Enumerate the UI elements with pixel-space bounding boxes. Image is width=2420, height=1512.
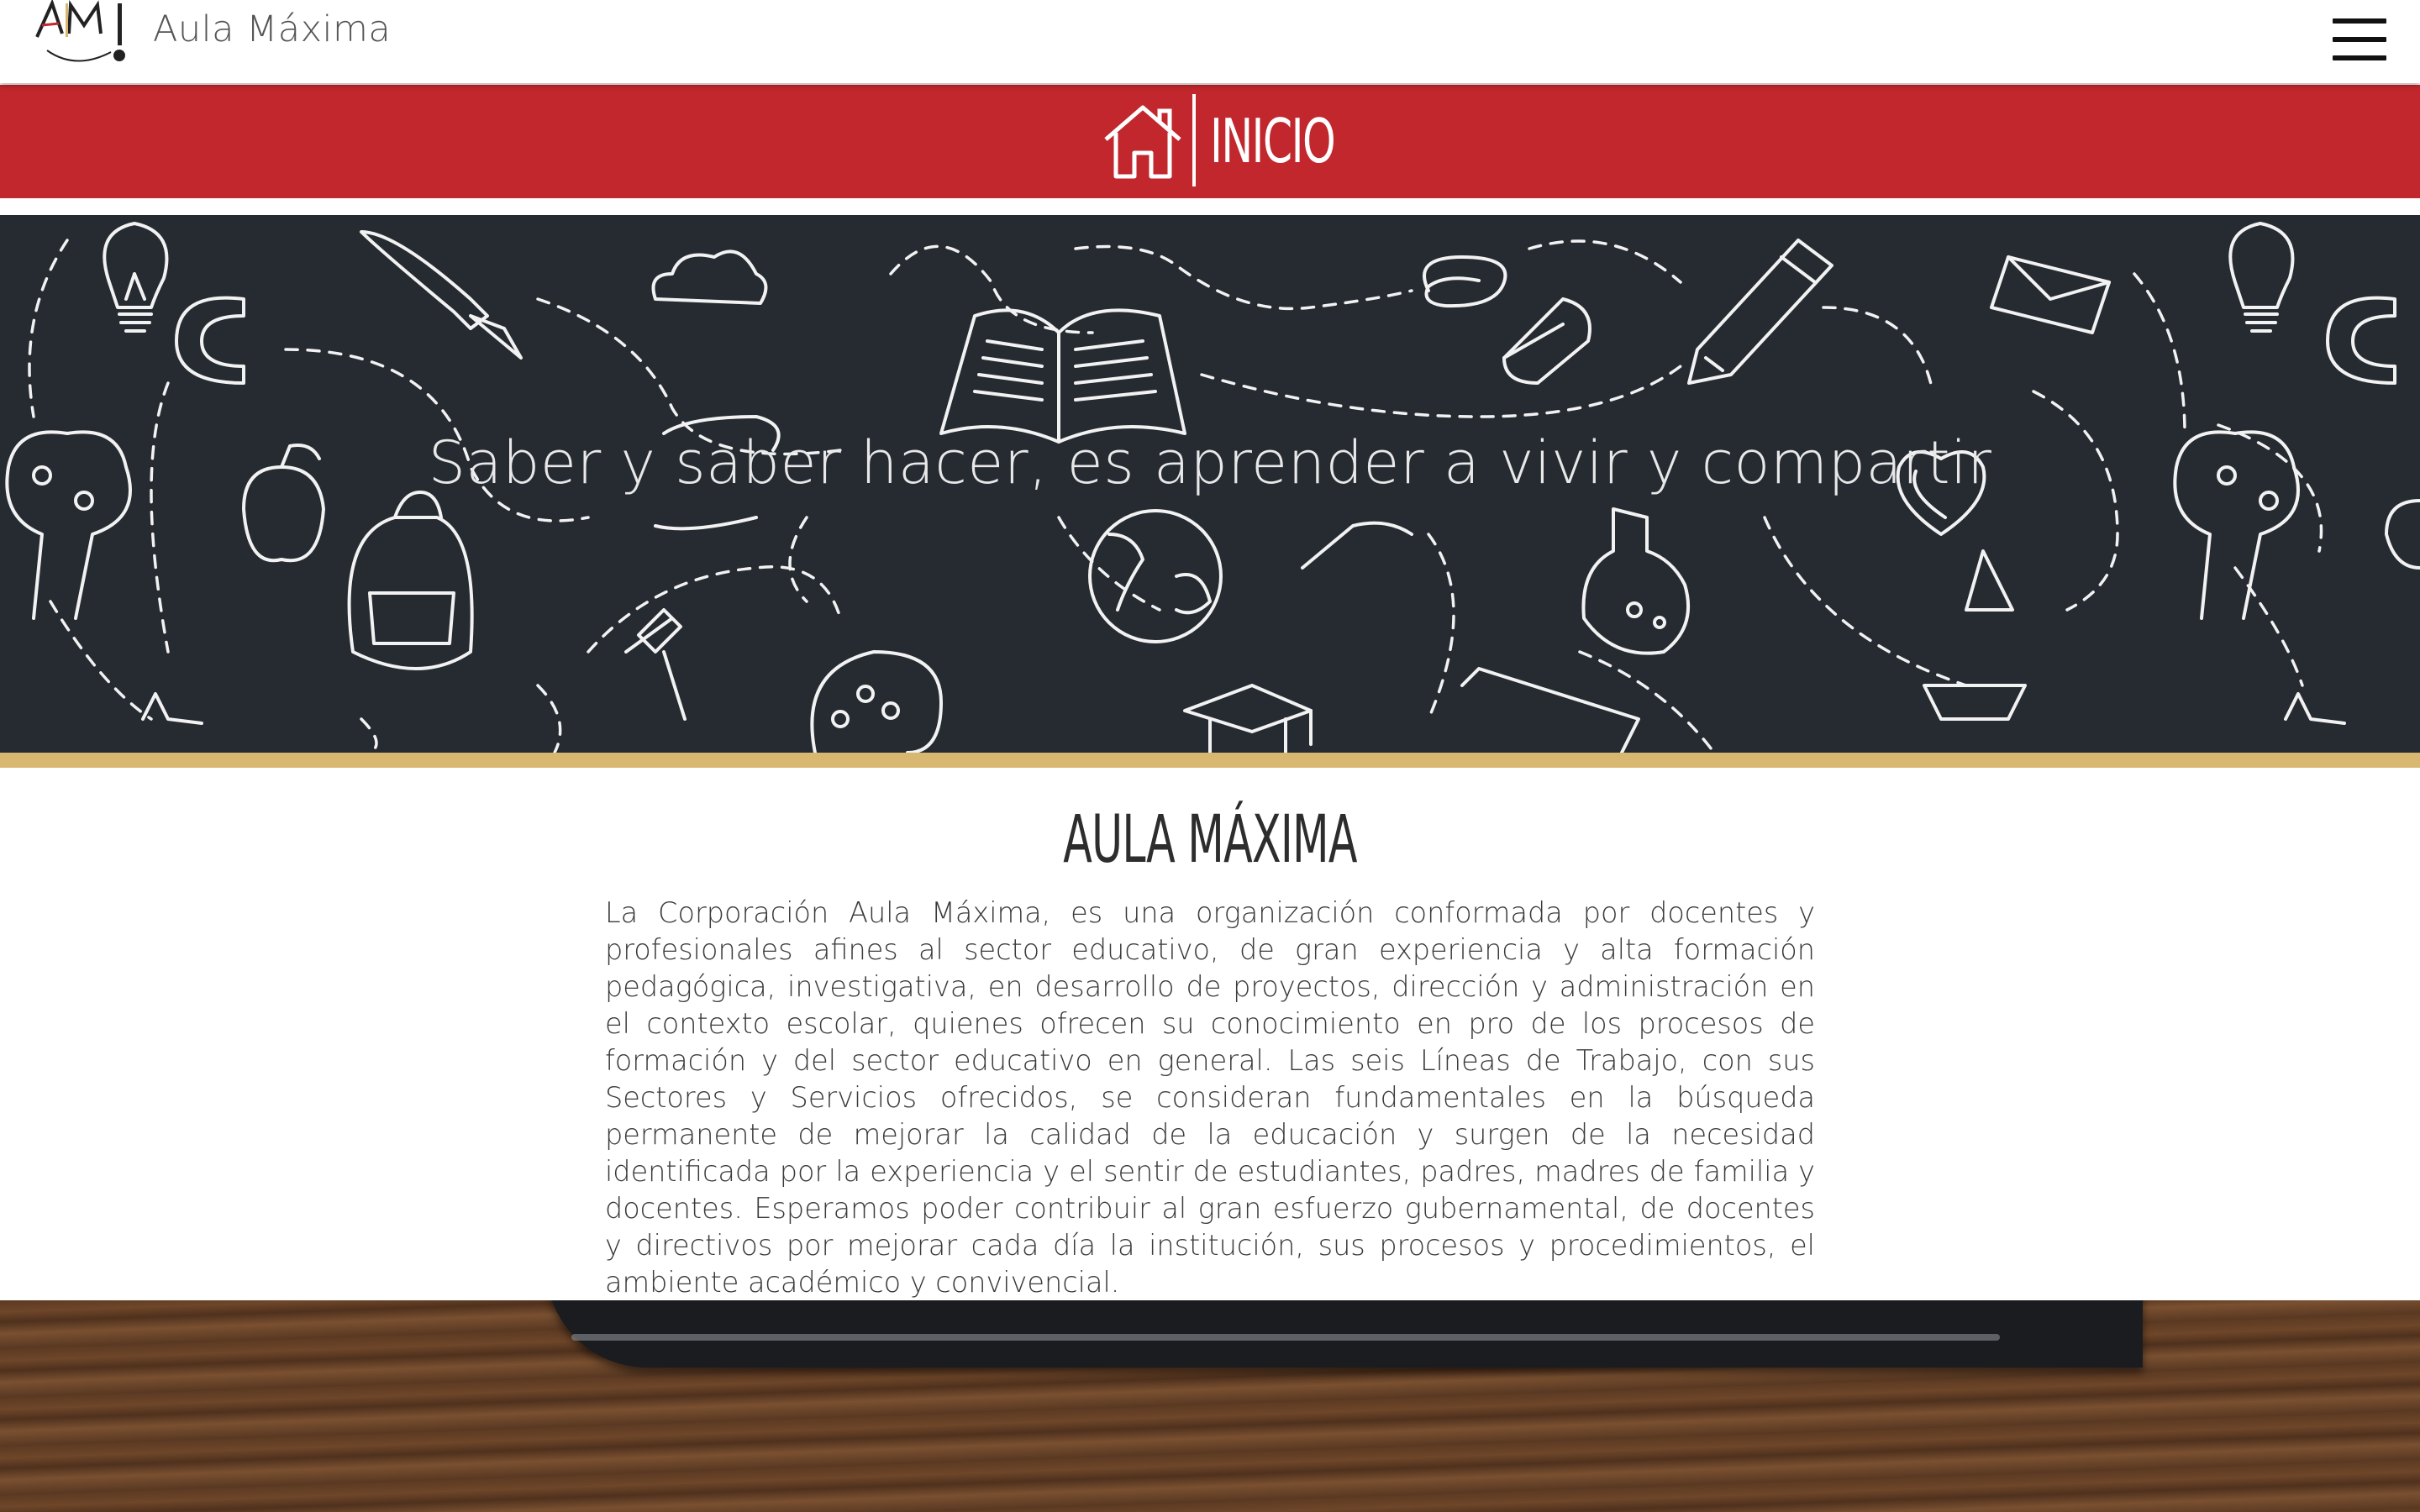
wood-desk-image	[0, 1300, 2420, 1512]
page-title: INICIO	[1210, 106, 1336, 176]
about-title: AULA MÁXIMA	[1063, 802, 1357, 878]
hamburger-menu-icon[interactable]	[2333, 18, 2386, 62]
home-icon	[1104, 105, 1181, 179]
phone-edge-highlight	[571, 1334, 2000, 1341]
menu-line	[2333, 55, 2386, 60]
menu-line	[2333, 37, 2386, 42]
top-navbar: Aula Máxima	[0, 0, 2420, 83]
brand-name[interactable]: Aula Máxima	[153, 8, 391, 50]
menu-line	[2333, 18, 2386, 24]
about-description: La Corporación Aula Máxima, es una organ…	[605, 896, 1815, 1299]
hero-tagline: Saber y saber hacer, es aprender a vivir…	[428, 428, 1992, 497]
banner-divider	[1192, 94, 1196, 186]
aula-maxima-logo[interactable]	[34, 0, 143, 69]
hero-accent-bar	[0, 753, 2420, 768]
